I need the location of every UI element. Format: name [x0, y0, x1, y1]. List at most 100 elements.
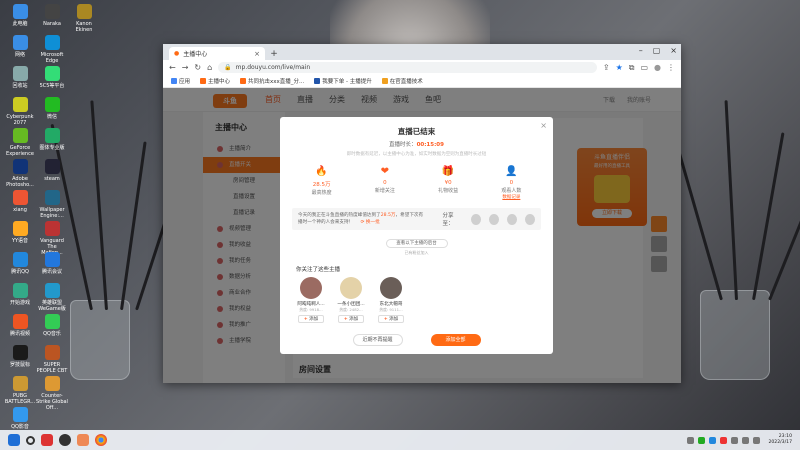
desktop-icon-label: 开始游戏: [9, 300, 30, 306]
desktop-icon-label: steam: [44, 176, 60, 182]
desktop-icon[interactable]: GeForce Experience: [4, 128, 36, 157]
desktop-icon[interactable]: 腾讯会议: [36, 252, 68, 275]
desktop-icon[interactable]: 微信: [36, 97, 68, 120]
tray-icon[interactable]: [709, 436, 717, 444]
desktop-icon[interactable]: 回收站: [4, 66, 36, 89]
desktop-icon[interactable]: 5C5等平台: [36, 66, 68, 89]
stat-link[interactable]: 数据记录: [486, 194, 536, 200]
add-anchor-button[interactable]: + 添加: [338, 315, 364, 323]
share-box: 今天的我正在斗鱼直播的热度峰值达到了28.5万，希望下次有 播时一个神的人会来支…: [292, 208, 541, 230]
desktop-icon[interactable]: Vanguard The Mafiop...: [36, 221, 68, 256]
anchor-card: 阿吨吨啊人... 热度: 9918... + 添加: [296, 277, 326, 323]
minimize-icon[interactable]: –: [639, 46, 643, 55]
bookmark-item[interactable]: 主播中心: [200, 77, 230, 85]
share-wechat-icon[interactable]: [470, 213, 481, 225]
share-text-part: 今天的我正在斗鱼直播的热度峰值达到了: [298, 213, 381, 218]
add-anchor-button[interactable]: + 添加: [298, 315, 324, 323]
sidebar-icon[interactable]: ▭: [640, 63, 648, 72]
desktop-icon[interactable]: PUBG BATTLEGR...: [4, 376, 36, 405]
tray-icon[interactable]: [687, 436, 695, 444]
bookmark-icon: [314, 78, 321, 84]
desktop-icon[interactable]: 网络: [4, 35, 36, 58]
desktop-icon-label: Cyberpunk 2077: [6, 114, 34, 126]
tab-anchor-center[interactable]: ● 主播中心 ×: [169, 47, 265, 60]
taskbar-clock[interactable]: 23:10 2022/3/17: [768, 434, 792, 446]
desktop-app-icon: [44, 35, 60, 50]
desktop-icon[interactable]: 罗技鼠标: [4, 345, 36, 368]
share-qq-icon[interactable]: [488, 213, 499, 225]
extensions-icon[interactable]: ⧉: [629, 63, 635, 73]
desktop-icon[interactable]: steam: [36, 159, 68, 182]
desktop-icon-label: Wallpaper Engine:...: [39, 207, 65, 219]
desktop-icon[interactable]: 腾讯视频: [4, 314, 36, 337]
forward-icon[interactable]: →: [182, 63, 189, 72]
reload-icon[interactable]: ↻: [194, 63, 201, 72]
chrome-icon[interactable]: [95, 434, 107, 446]
avatar[interactable]: [340, 277, 362, 299]
desktop-icon[interactable]: QQ音乐: [36, 314, 68, 337]
desktop-icon[interactable]: 图体专业版: [36, 128, 68, 151]
desktop-icon[interactable]: Cyberpunk 2077: [4, 97, 36, 126]
close-tab-icon[interactable]: ×: [254, 50, 260, 58]
start-icon[interactable]: [8, 434, 20, 446]
bookmark-item[interactable]: 共同抗击xxx直播_分...: [240, 77, 304, 85]
search-icon[interactable]: [26, 435, 35, 445]
desktop-icon-label: Microsoft Edge: [40, 52, 64, 64]
taskbar-app-icon[interactable]: [77, 434, 89, 446]
url-field[interactable]: 🔒 mp.douyu.com/live/main: [218, 62, 597, 73]
share-qzone-icon[interactable]: [524, 213, 536, 225]
bookmark-item[interactable]: 在官直播技术: [381, 77, 423, 85]
desktop-icon-label: Naraka: [43, 21, 61, 27]
new-tab-icon[interactable]: +: [268, 48, 280, 60]
desktop-icon[interactable]: Counter-Strike Global Off...: [36, 376, 68, 411]
tray-icon[interactable]: [698, 436, 706, 444]
maximize-icon[interactable]: ▢: [653, 46, 661, 55]
stat-item: 🎁 ¥0 礼物收益: [423, 166, 473, 200]
desktop-app-icon: [12, 376, 28, 391]
desktop-icon[interactable]: SUPER PEOPLE CBT: [36, 345, 68, 374]
desktop-icon[interactable]: 腾讯QQ: [4, 252, 36, 275]
bookmark-item[interactable]: 应用: [171, 77, 190, 85]
desktop-icon[interactable]: Adobe Photosho...: [4, 159, 36, 188]
avatar[interactable]: [380, 277, 402, 299]
desktop-icon-label: QQ音乐: [43, 331, 61, 337]
desktop-icon[interactable]: Wallpaper Engine:...: [36, 190, 68, 219]
refresh-text-link[interactable]: ⟳ 换一批: [361, 220, 380, 225]
tray-icon[interactable]: [720, 436, 728, 444]
live-duration: 直播时长：00:15:09: [280, 140, 553, 148]
dialog-footer: 近期不再提醒 添加全部: [280, 334, 553, 346]
share-weibo-icon[interactable]: [506, 213, 517, 225]
bookmark-star-icon[interactable]: ★: [616, 63, 623, 72]
desktop-icon[interactable]: 开始游戏: [4, 283, 36, 306]
desktop-icon[interactable]: xiang: [4, 190, 36, 213]
follow-all-button[interactable]: 添加全部: [430, 334, 481, 346]
desktop-icon[interactable]: 此电脑: [4, 4, 36, 27]
desktop-icon[interactable]: Microsoft Edge: [36, 35, 68, 64]
stat-label: 最高热度: [311, 190, 332, 196]
desktop-icon[interactable]: QQ影音: [4, 407, 36, 430]
taskbar-app-icon[interactable]: [41, 434, 53, 446]
dont-remind-button[interactable]: 近期不再提醒: [352, 334, 403, 346]
view-anchors-button[interactable]: 查看以下主播的后台: [385, 239, 448, 248]
taskbar-app-icon[interactable]: [59, 434, 71, 446]
wifi-icon[interactable]: [742, 436, 750, 444]
desktop-icon[interactable]: Kanon Ekinen: [68, 4, 100, 33]
add-anchor-button[interactable]: + 添加: [378, 315, 404, 323]
follow-title: 你关注了这些主播: [296, 267, 341, 273]
close-window-icon[interactable]: ×: [670, 46, 677, 55]
back-icon[interactable]: ←: [169, 63, 176, 72]
share-page-icon[interactable]: ⇪: [603, 63, 610, 72]
avatar[interactable]: [300, 277, 322, 299]
menu-icon[interactable]: ⋮: [667, 63, 675, 72]
home-icon[interactable]: ⌂: [207, 63, 212, 72]
desktop-icon[interactable]: Naraka: [36, 4, 68, 27]
desktop-app-icon: [12, 66, 28, 81]
desktop-icon[interactable]: YY语音: [4, 221, 36, 244]
close-dialog-icon[interactable]: ×: [540, 121, 547, 130]
bookmark-item[interactable]: 我要下单 - 主播提升: [314, 77, 372, 85]
desktop-app-icon: [12, 221, 28, 236]
tray-icon[interactable]: [731, 436, 739, 444]
volume-icon[interactable]: [753, 436, 761, 444]
profile-icon[interactable]: ●: [654, 63, 661, 72]
desktop-icon[interactable]: 英雄联盟 WeGame版: [36, 283, 68, 312]
